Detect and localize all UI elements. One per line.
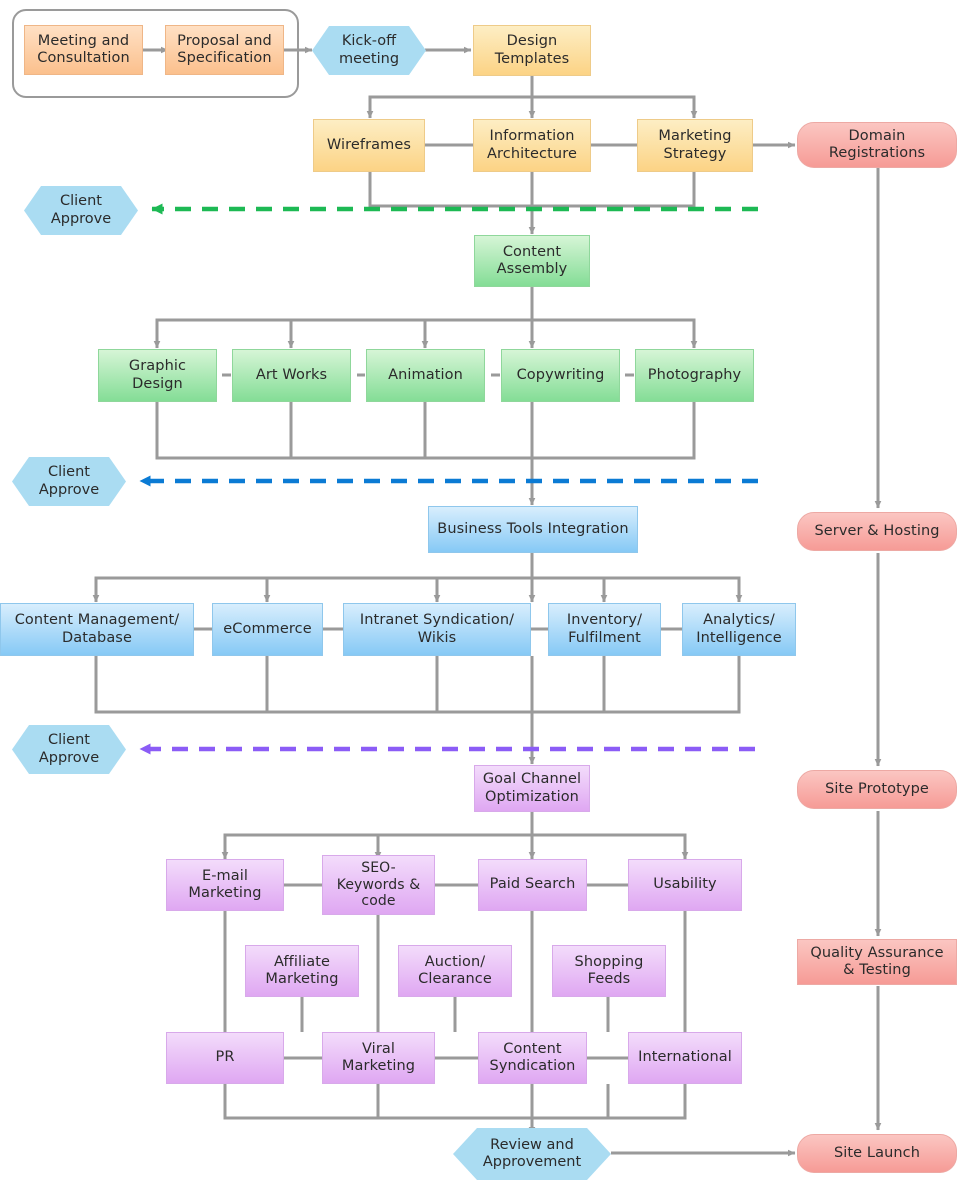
node-label: Intranet Syndication/Wikis: [359, 612, 515, 646]
node-label: Affiliate Marketing: [265, 953, 339, 987]
node-shopping-feeds[interactable]: Shopping Feeds: [552, 945, 666, 997]
node-intranet-syndication-wikis[interactable]: Intranet Syndication/Wikis: [343, 603, 531, 656]
node-wireframes[interactable]: Wireframes: [313, 119, 425, 172]
node-label: Shopping Feeds: [574, 953, 644, 987]
node-server-and-hosting[interactable]: Server & Hosting: [797, 512, 957, 551]
node-site-launch[interactable]: Site Launch: [797, 1134, 957, 1173]
node-label: PR: [215, 1049, 235, 1066]
node-kick-off-meeting[interactable]: Kick-off meeting: [312, 26, 426, 75]
node-business-tools-integration[interactable]: Business Tools Integration: [428, 506, 638, 553]
node-inventory-fulfilment[interactable]: Inventory/Fulfilment: [548, 603, 661, 656]
node-email-marketing[interactable]: E-mail Marketing: [166, 859, 284, 911]
node-art-works[interactable]: Art Works: [232, 349, 351, 402]
node-label: Content Assembly: [496, 243, 568, 277]
node-label: SEO- Keywords & code: [336, 860, 421, 910]
node-proposal-and-specification[interactable]: Proposal and Specification: [165, 25, 284, 75]
node-label: Auction/Clearance: [418, 953, 492, 987]
node-client-approve-2[interactable]: Client Approve: [12, 457, 126, 506]
node-design-templates[interactable]: Design Templates: [473, 25, 591, 76]
node-international[interactable]: International: [628, 1032, 742, 1084]
node-review-and-approvement[interactable]: Review and Approvement: [453, 1128, 611, 1180]
node-label: Meeting and Consultation: [37, 32, 130, 66]
node-label: Viral Marketing: [341, 1040, 416, 1074]
node-label: Domain Registrations: [828, 127, 926, 161]
node-client-approve-1[interactable]: Client Approve: [24, 186, 138, 235]
node-label: Design Templates: [494, 33, 570, 67]
node-label: Graphic Design: [128, 358, 187, 392]
node-ecommerce[interactable]: eCommerce: [212, 603, 323, 656]
node-label: Wireframes: [326, 136, 412, 153]
node-label: eCommerce: [223, 620, 312, 637]
node-label: Art Works: [255, 366, 328, 383]
node-seo-keywords-and-code[interactable]: SEO- Keywords & code: [322, 855, 435, 915]
node-label: Site Prototype: [825, 780, 929, 797]
node-label: Proposal and Specification: [177, 32, 272, 66]
node-content-syndication[interactable]: Content Syndication: [478, 1032, 587, 1084]
node-label: Information Architecture: [487, 128, 577, 162]
node-label: Quality Assurance & Testing: [810, 944, 944, 978]
node-label: Inventory/Fulfilment: [566, 612, 643, 646]
node-label: Animation: [388, 366, 463, 383]
node-label: Review and Approvement: [482, 1136, 582, 1170]
node-label: Goal Channel Optimization: [482, 771, 582, 805]
node-auction-clearance[interactable]: Auction/Clearance: [398, 945, 512, 997]
node-quality-assurance-and-testing[interactable]: Quality Assurance & Testing: [797, 939, 957, 985]
node-label: Content Management/Database: [14, 612, 180, 646]
node-site-prototype[interactable]: Site Prototype: [797, 770, 957, 809]
node-content-assembly[interactable]: Content Assembly: [474, 235, 590, 287]
node-label: Marketing Strategy: [658, 128, 732, 162]
node-label: Client Approve: [50, 193, 112, 227]
flowchart-canvas: Meeting and Consultation Proposal and Spec…: [0, 0, 957, 1183]
node-affiliate-marketing[interactable]: Affiliate Marketing: [245, 945, 359, 997]
node-information-architecture[interactable]: Information Architecture: [473, 119, 591, 172]
node-label: Server & Hosting: [814, 522, 940, 539]
node-photography[interactable]: Photography: [635, 349, 754, 402]
node-label: Usability: [653, 876, 717, 893]
node-label: Photography: [647, 366, 742, 383]
node-client-approve-3[interactable]: Client Approve: [12, 725, 126, 774]
node-label: Copywriting: [516, 366, 605, 383]
node-label: Paid Search: [489, 876, 576, 893]
node-pr[interactable]: PR: [166, 1032, 284, 1084]
node-meeting-and-consultation[interactable]: Meeting and Consultation: [24, 25, 143, 75]
node-animation[interactable]: Animation: [366, 349, 485, 402]
node-label: Analytics/Intelligence: [696, 612, 782, 646]
node-content-management-database[interactable]: Content Management/Database: [0, 603, 194, 656]
node-analytics-intelligence[interactable]: Analytics/Intelligence: [682, 603, 796, 656]
node-marketing-strategy[interactable]: Marketing Strategy: [637, 119, 753, 172]
node-label: Site Launch: [833, 1144, 921, 1161]
node-label: Business Tools Integration: [437, 520, 629, 537]
node-label: Kick-off meeting: [338, 33, 400, 67]
node-domain-registrations[interactable]: Domain Registrations: [797, 122, 957, 168]
node-label: Client Approve: [38, 464, 100, 498]
node-goal-channel-optimization[interactable]: Goal Channel Optimization: [474, 765, 590, 812]
node-label: E-mail Marketing: [188, 867, 262, 901]
node-copywriting[interactable]: Copywriting: [501, 349, 620, 402]
connector-layer: [92, 46, 882, 1157]
node-graphic-design[interactable]: Graphic Design: [98, 349, 217, 402]
node-label: Content Syndication: [489, 1040, 576, 1074]
node-label: Client Approve: [38, 732, 100, 766]
node-usability[interactable]: Usability: [628, 859, 742, 911]
node-paid-search[interactable]: Paid Search: [478, 859, 587, 911]
node-viral-marketing[interactable]: Viral Marketing: [322, 1032, 435, 1084]
node-label: International: [638, 1049, 732, 1066]
